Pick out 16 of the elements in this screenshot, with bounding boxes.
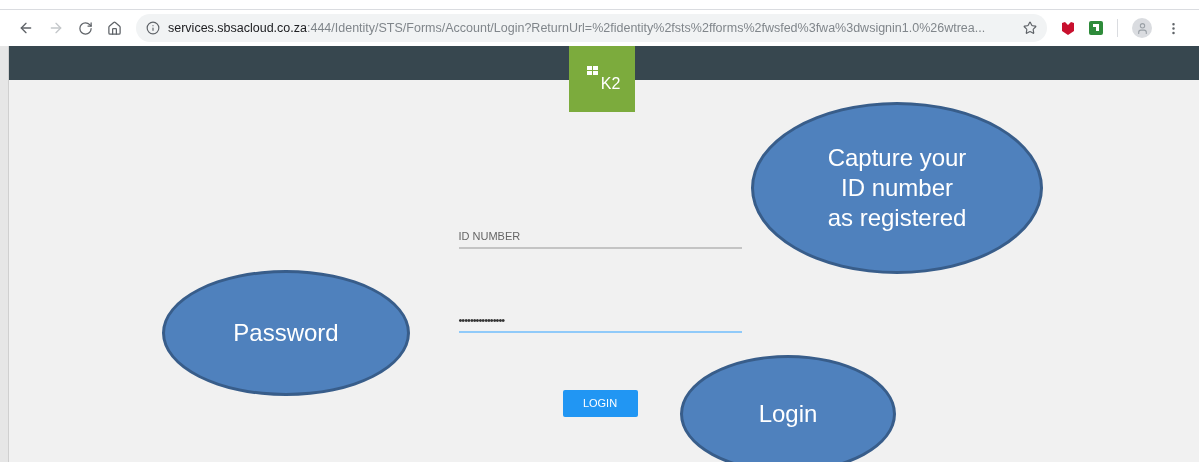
- callout-bubble: Password: [162, 270, 410, 396]
- callout-bubble: Login: [680, 355, 896, 462]
- address-bar[interactable]: services.sbsacloud.co.za:444/Identity/STS/Forms/Account/Login?ReturnUrl=%2fidentity%2fsts%2fforms%2fwsfed%3fwa%3dwsignin1.0%26wtrea...: [136, 14, 1047, 42]
- star-icon[interactable]: [1023, 21, 1037, 35]
- squares-icon: [586, 66, 598, 75]
- reload-icon[interactable]: [78, 20, 93, 36]
- info-icon: [146, 21, 160, 35]
- shield-icon[interactable]: [1061, 20, 1075, 36]
- logo-text: K2: [600, 74, 621, 94]
- back-icon[interactable]: [18, 20, 34, 36]
- callout-bubble: Capture your ID number as registered: [751, 102, 1043, 274]
- id-number-field[interactable]: ID NUMBER: [458, 225, 742, 249]
- password-field[interactable]: ••••••••••••••••: [458, 309, 742, 333]
- home-icon[interactable]: [107, 20, 122, 36]
- url-text: services.sbsacloud.co.za:444/Identity/STS/Forms/Account/Login?ReturnUrl=%2fidentity%2fsts%2fforms%2fwsfed%3fwa%3dwsignin1.0%26wtrea...: [168, 19, 986, 37]
- extension-icon[interactable]: [1089, 21, 1103, 35]
